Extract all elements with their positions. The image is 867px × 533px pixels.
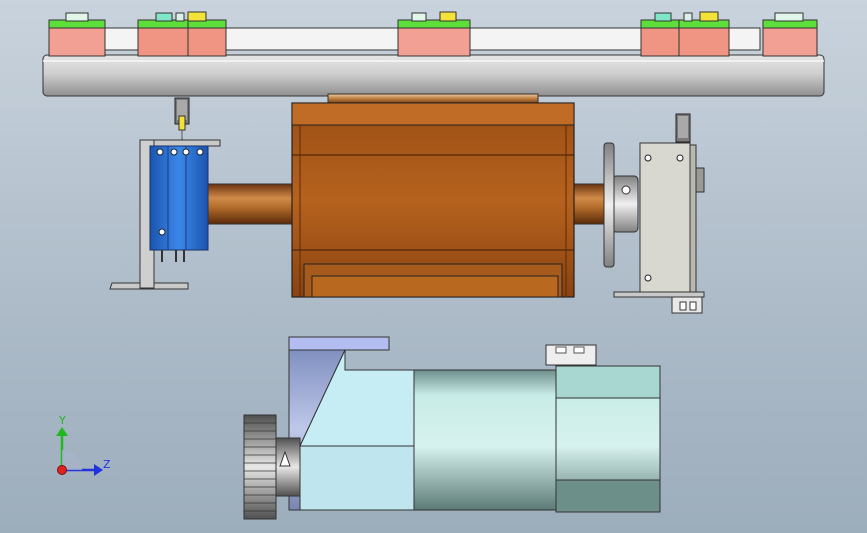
z-axis-label: Z <box>103 458 111 471</box>
x-axis-point <box>57 465 67 475</box>
fixture-pad-5 <box>762 12 818 57</box>
gearbox-assembly <box>199 93 639 298</box>
cad-model-drawing: Y Z <box>42 11 825 520</box>
motor-mount-bracket <box>288 336 390 351</box>
fixture-pad-2 <box>137 11 227 57</box>
left-shaft <box>199 183 297 225</box>
motor-body <box>413 369 557 511</box>
turntable-assembly <box>42 11 825 97</box>
fixture-pad-1 <box>48 12 106 57</box>
right-flange-disc <box>603 142 615 268</box>
sensor-block <box>149 145 209 251</box>
right-collar <box>611 175 639 233</box>
left-sensor-bracket <box>109 97 221 290</box>
cad-viewport[interactable]: Y Z <box>0 0 867 533</box>
motor-assembly <box>243 336 661 520</box>
sensor-plate <box>639 142 691 294</box>
axis-triad: Y Z <box>56 414 111 476</box>
y-axis-label: Y <box>58 414 66 427</box>
motor-connector <box>545 344 597 366</box>
fixture-pad-3 <box>397 11 471 57</box>
fixture-pad-4 <box>640 11 730 57</box>
